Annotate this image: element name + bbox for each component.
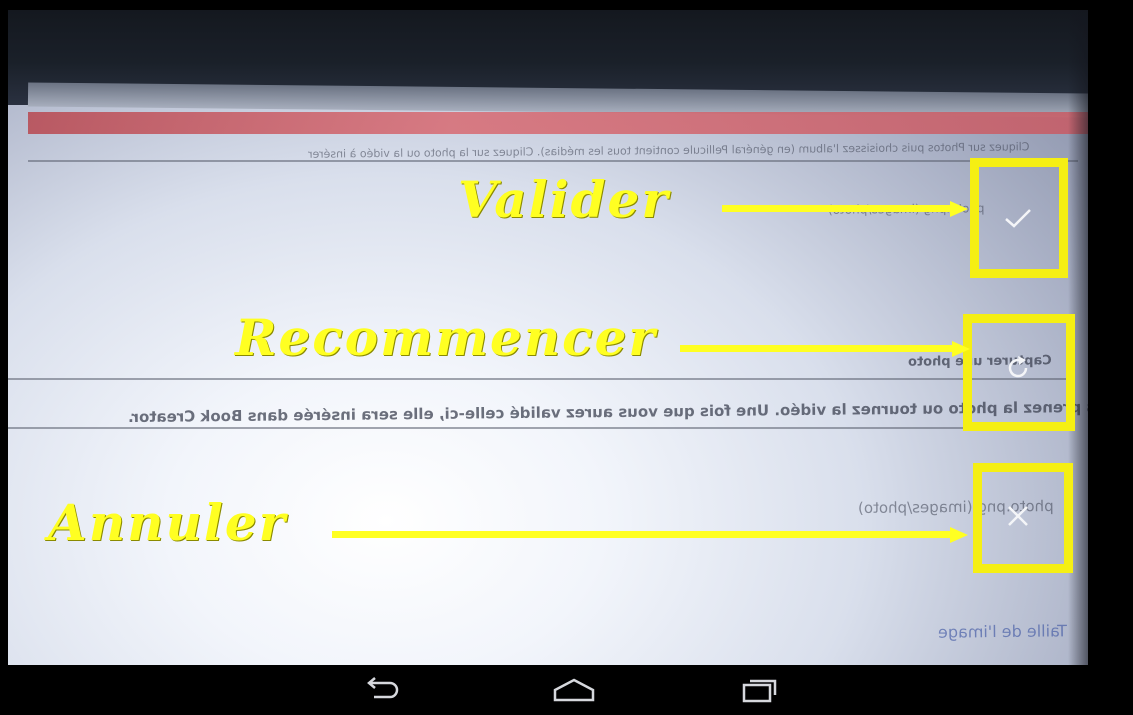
check-icon bbox=[1005, 209, 1031, 228]
preview-red-toolbar bbox=[28, 112, 1088, 134]
preview-text-line: Cliquez sur Photos puis choisissez l'alb… bbox=[307, 140, 1030, 161]
back-button[interactable] bbox=[352, 673, 412, 707]
refresh-icon bbox=[1008, 356, 1028, 378]
arrow-recommencer bbox=[680, 345, 956, 352]
accept-button[interactable] bbox=[990, 190, 1046, 246]
arrow-valider bbox=[722, 205, 954, 212]
preview-text-line: Prenez votre photo puis prenez la photo … bbox=[127, 396, 1088, 427]
recents-icon bbox=[742, 679, 777, 703]
home-button[interactable] bbox=[544, 673, 604, 707]
arrow-recommencer-head bbox=[952, 341, 970, 357]
retake-button[interactable] bbox=[990, 340, 1046, 396]
preview-text-line: Taille de l'image bbox=[937, 621, 1068, 642]
cancel-button[interactable] bbox=[990, 488, 1046, 544]
preview-divider bbox=[28, 160, 1078, 162]
close-icon bbox=[1008, 506, 1028, 526]
home-icon bbox=[553, 678, 595, 702]
system-navbar bbox=[0, 665, 1133, 715]
arrow-annuler bbox=[332, 531, 954, 538]
arrow-valider-head bbox=[950, 201, 968, 217]
preview-divider bbox=[8, 378, 1068, 380]
back-icon bbox=[367, 677, 399, 699]
annotation-annuler: Annuler bbox=[48, 493, 287, 552]
arrow-annuler-head bbox=[950, 527, 968, 543]
annotation-valider: Valider bbox=[458, 170, 670, 229]
recents-button[interactable] bbox=[730, 673, 790, 707]
annotation-recommencer: Recommencer bbox=[235, 308, 657, 367]
preview-divider bbox=[8, 427, 1068, 429]
